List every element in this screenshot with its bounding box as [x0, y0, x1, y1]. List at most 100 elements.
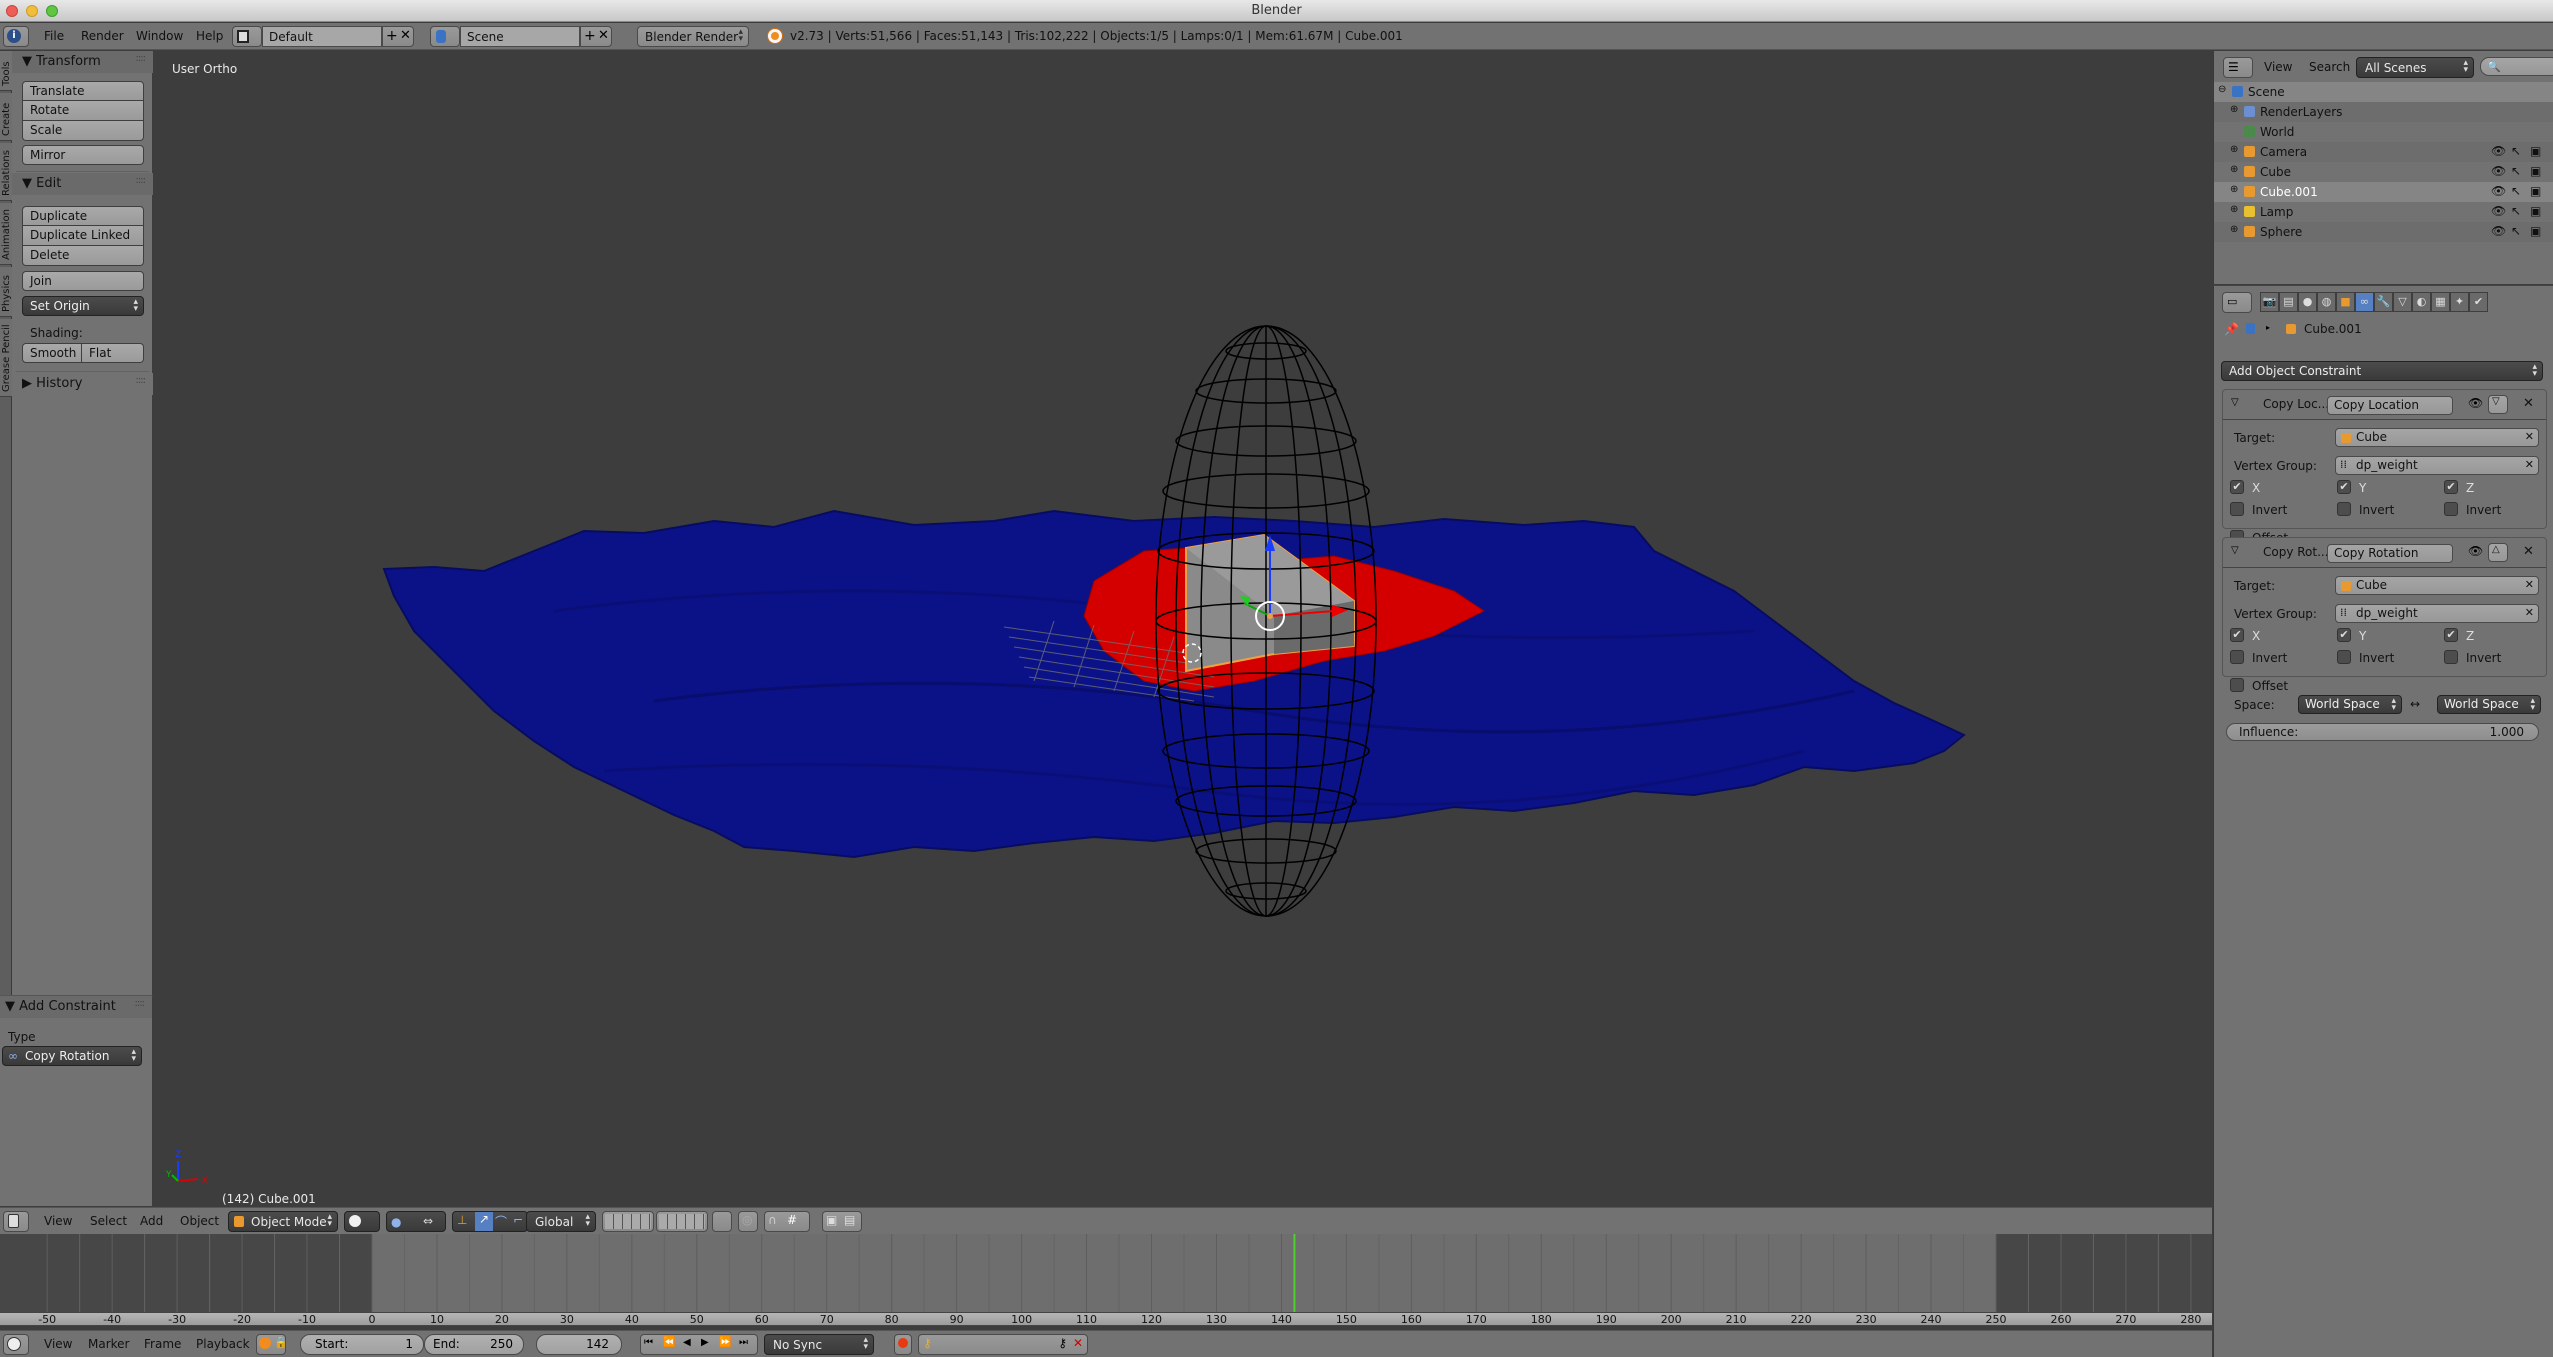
outliner-item[interactable]: ⊕ RenderLayers — [2214, 102, 2553, 122]
menu-search[interactable]: Search — [2309, 60, 2350, 74]
add-object-constraint-menu[interactable]: Add Object Constraint ▴ ▾ — [2221, 361, 2543, 381]
eye-icon[interactable]: 👁 — [2468, 544, 2483, 558]
screen-add-remove[interactable]: + ✕ — [382, 26, 414, 47]
display-mode-select[interactable]: All Scenes ▴ ▾ — [2356, 57, 2474, 78]
render-engine-select[interactable]: Blender Render ▴ ▾ — [637, 26, 749, 47]
eye-icon[interactable]: 👁 — [2491, 184, 2506, 198]
snap-button[interactable]: ∩ # — [764, 1211, 810, 1232]
tab-physics[interactable]: ✔ — [2469, 292, 2488, 312]
screen-layout-field[interactable]: Default — [262, 26, 382, 47]
insert-keyframe-icon[interactable]: ⚷ — [1058, 1336, 1067, 1350]
collapse-icon[interactable]: ⊖ — [2218, 84, 2226, 95]
eye-icon[interactable]: 👁 — [2468, 396, 2483, 410]
layer-buttons-1[interactable] — [602, 1211, 654, 1232]
target-field[interactable]: Cube ✕ — [2335, 576, 2539, 595]
vertex-group-field[interactable]: ⁞⁞ dp_weight ✕ — [2335, 604, 2539, 623]
tab-particles[interactable]: ✦ — [2450, 292, 2469, 312]
menu-view[interactable]: View — [44, 1214, 72, 1228]
cursor-icon[interactable]: ↖ — [2511, 224, 2521, 238]
transform-orientation-select[interactable]: Global ▴ ▾ — [526, 1211, 596, 1232]
tab-texture[interactable]: ▦ — [2431, 292, 2450, 312]
expand-icon[interactable]: ⊕ — [2230, 184, 2238, 195]
tab-data[interactable]: ▽ — [2393, 292, 2412, 312]
sync-mode-select[interactable]: No Sync ▴ ▾ — [764, 1334, 874, 1355]
render-buttons[interactable]: ▣ ▤ — [822, 1211, 862, 1232]
outliner-item-name[interactable]: Cube.001 — [2260, 185, 2318, 199]
menu-object[interactable]: Object — [180, 1214, 219, 1228]
tab-create[interactable]: Create — [0, 93, 12, 141]
clear-vertex-group-icon[interactable]: ✕ — [2525, 458, 2534, 471]
prev-keyframe-icon[interactable]: ⏪ — [663, 1337, 675, 1348]
outliner-search-input[interactable]: 🔍 — [2480, 57, 2553, 76]
move-down-button[interactable]: ▽ — [2488, 395, 2508, 414]
clear-vertex-group-icon[interactable]: ✕ — [2525, 606, 2534, 619]
z-axis-checkbox[interactable]: ✔ — [2444, 628, 2458, 642]
tab-relations[interactable]: Relations — [0, 143, 12, 201]
set-origin-menu[interactable]: Set Origin ▴ ▾ — [22, 296, 144, 316]
x-axis-checkbox[interactable]: ✔ — [2230, 628, 2244, 642]
influence-slider[interactable]: Influence: 1.000 — [2226, 723, 2539, 741]
menu-select[interactable]: Select — [90, 1214, 127, 1228]
duplicate-button[interactable]: Duplicate — [22, 206, 144, 226]
invert-y-checkbox[interactable] — [2337, 650, 2351, 664]
scene-field[interactable]: Scene — [460, 26, 580, 47]
viewport-shading-select[interactable] — [344, 1211, 380, 1232]
editor-type-button[interactable]: i — [3, 26, 29, 47]
outliner-item-name[interactable]: World — [2260, 125, 2294, 139]
expand-icon[interactable]: ⊕ — [2230, 144, 2238, 155]
eye-icon[interactable]: 👁 — [2491, 224, 2506, 238]
eye-icon[interactable]: 👁 — [2491, 144, 2506, 158]
jump-start-icon[interactable]: ⏮ — [644, 1337, 653, 1348]
rotate-manipulator-icon[interactable]: ⌒ — [495, 1213, 507, 1230]
tab-scene[interactable]: ● — [2298, 292, 2317, 312]
play-icon[interactable]: ▶ — [701, 1337, 709, 1348]
history-panel-header[interactable]: ▶ History :::: — [12, 373, 153, 395]
flat-shading-button[interactable]: Flat — [82, 343, 144, 363]
outliner-item-name[interactable]: Lamp — [2260, 205, 2293, 219]
outliner-item-name[interactable]: Scene — [2248, 85, 2285, 99]
menu-render[interactable]: Render — [81, 29, 124, 43]
collapse-triangle-icon[interactable]: ▽ — [2231, 545, 2239, 556]
menu-file[interactable]: File — [44, 29, 64, 43]
timeline-ruler[interactable]: -50 -40 -30 -20 -10 0 10 20 30 40 50 60 70 80 90 100 110… — [0, 1312, 2212, 1326]
outliner-item-name[interactable]: Sphere — [2260, 225, 2302, 239]
delete-button[interactable]: Delete — [22, 246, 144, 266]
eye-icon[interactable]: 👁 — [2491, 204, 2506, 218]
outliner-item[interactable]: ⊕ Lamp 👁 ↖ ▣ — [2214, 202, 2553, 222]
jump-end-icon[interactable]: ⏭ — [739, 1337, 748, 1348]
end-frame-field[interactable]: End: 250 — [424, 1334, 524, 1355]
translate-manipulator-icon[interactable]: ↗ — [475, 1212, 493, 1231]
transform-panel-header[interactable]: ▼ Transform :::: — [12, 51, 153, 73]
collapse-triangle-icon[interactable]: ▽ — [2231, 397, 2239, 408]
start-frame-field[interactable]: Start: 1 — [300, 1334, 424, 1355]
tab-tools[interactable]: Tools — [0, 51, 12, 91]
y-axis-checkbox[interactable]: ✔ — [2337, 628, 2351, 642]
menu-window[interactable]: Window — [136, 29, 183, 43]
outliner-item-name[interactable]: RenderLayers — [2260, 105, 2342, 119]
constraint-name-input[interactable]: Copy Rotation — [2327, 544, 2453, 563]
clear-target-icon[interactable]: ✕ — [2525, 430, 2534, 443]
tab-physics[interactable]: Physics — [0, 267, 12, 317]
menu-frame[interactable]: Frame — [144, 1337, 181, 1351]
join-button[interactable]: Join — [22, 271, 144, 291]
editor-type-button[interactable]: ▭ — [2222, 292, 2252, 313]
editor-type-button[interactable]: ☰ — [2223, 57, 2253, 78]
pivot-point-select[interactable]: ● ⇔ — [386, 1211, 446, 1232]
outliner-item[interactable]: ⊕ Sphere 👁 ↖ ▣ — [2214, 222, 2553, 242]
y-axis-checkbox[interactable]: ✔ — [2337, 480, 2351, 494]
tab-object[interactable]: ■ — [2336, 292, 2355, 312]
delete-constraint-button[interactable]: ✕ — [2523, 544, 2534, 559]
next-keyframe-icon[interactable]: ⏩ — [719, 1337, 731, 1348]
drag-handle-icon[interactable]: :::: — [136, 175, 147, 186]
expand-icon[interactable]: ⊕ — [2230, 204, 2238, 215]
render-icon[interactable]: ▣ — [2530, 144, 2541, 158]
drag-handle-icon[interactable]: :::: — [136, 375, 147, 386]
clear-target-icon[interactable]: ✕ — [2525, 578, 2534, 591]
3d-viewport[interactable]: User Ortho Z X Y (142) Cube.001 — [154, 51, 2212, 1206]
layer-buttons-2[interactable] — [656, 1211, 708, 1232]
lock-camera-layers-button[interactable] — [712, 1211, 732, 1232]
outliner-item[interactable]: ⊖ Scene — [2214, 82, 2553, 102]
tab-grease-pencil[interactable]: Grease Pencil — [0, 319, 12, 397]
tab-render-layers[interactable]: ▤ — [2279, 292, 2298, 312]
add-constraint-panel-header[interactable]: ▼ Add Constraint :::: — [0, 996, 152, 1018]
